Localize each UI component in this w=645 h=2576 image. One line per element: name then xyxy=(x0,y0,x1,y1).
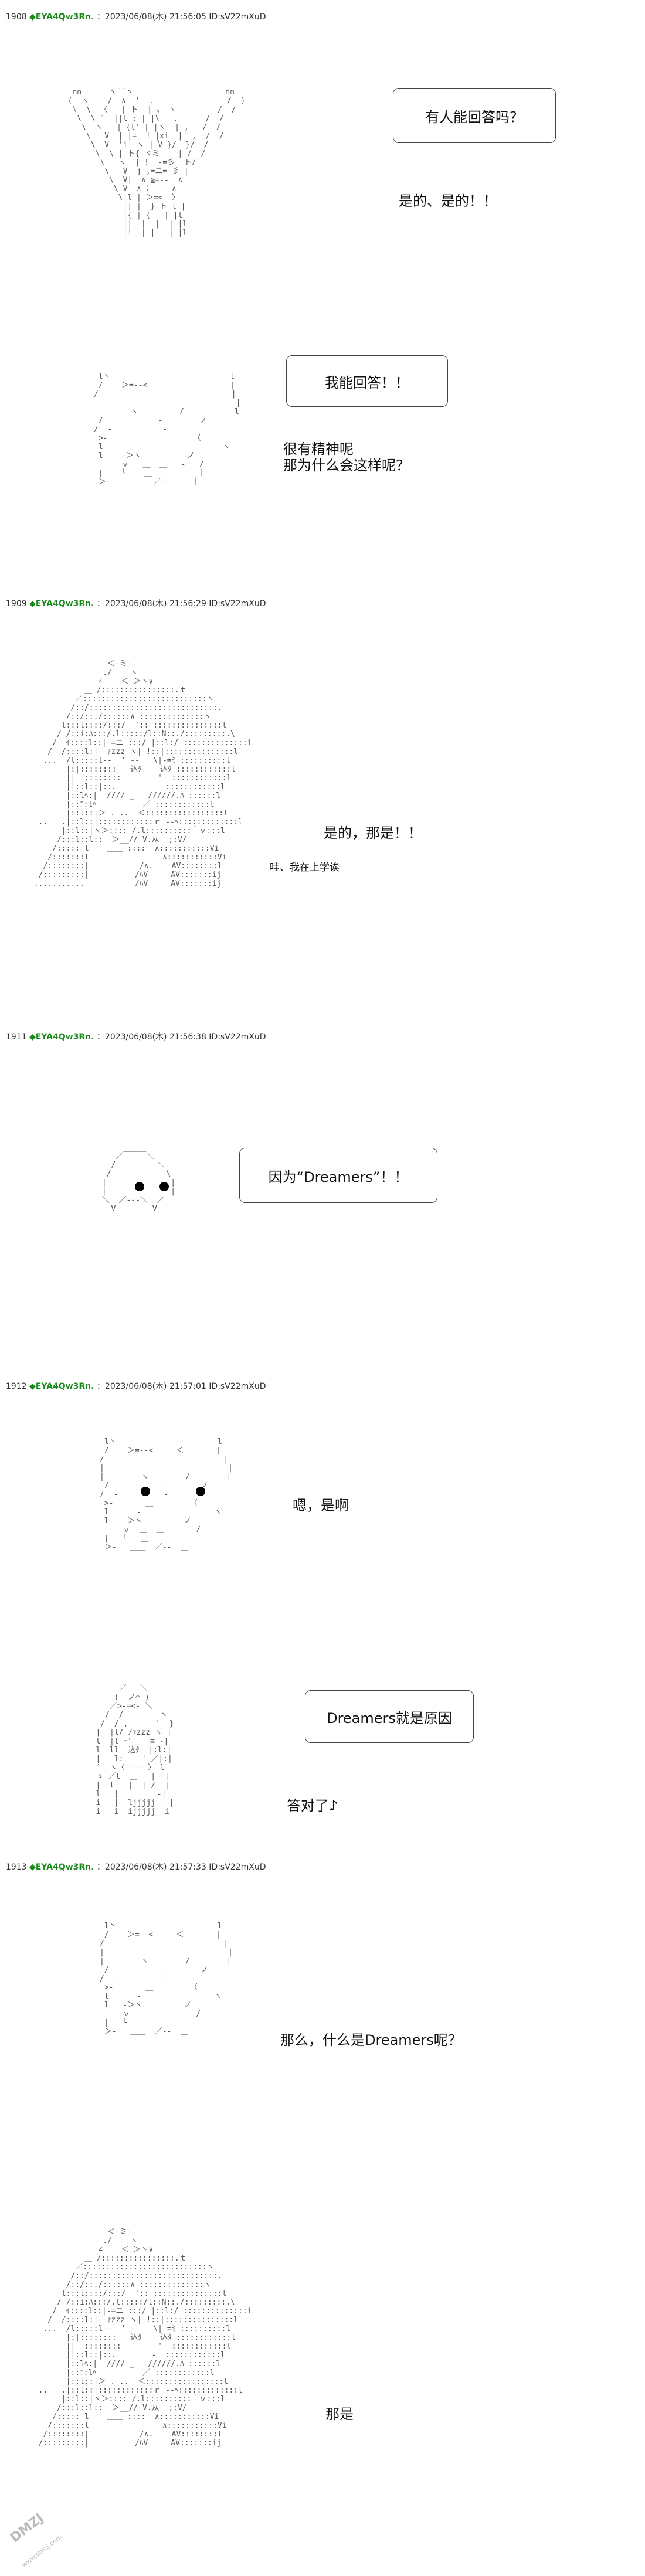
bubble-text: 因为“Dreamers”！！ xyxy=(268,1168,409,1185)
ascii-art-character: l丶 l / ＞=‐‐< ＜ | / | | | | ヽ / | / ‐ ノ /… xyxy=(100,1922,233,2036)
caption-text: 嗯，是啊 xyxy=(293,1497,349,1514)
eye-dot xyxy=(135,1182,144,1191)
post-number: 1909 xyxy=(6,599,27,609)
post-header: 1911 ◆EYA4Qw3Rn. ：2023/06/08(木) 21:56:38… xyxy=(6,1031,266,1042)
post-number: 1913 xyxy=(6,1863,27,1872)
speech-bubble: Dreamers就是原因 xyxy=(305,1690,474,1743)
site-watermark: DMZJ xyxy=(8,2510,47,2546)
post-header: 1908 ◆EYA4Qw3Rn. ：2023/06/08(木) 21:56:05… xyxy=(6,11,266,22)
post-meta: ：2023/06/08(木) 21:56:29 ID:sV22mXuD xyxy=(96,599,266,609)
ascii-art-character: ＿＿ ／ ＼ ( ノ⌒ ) ／>‐=<‐ ＼ / / ヽ / / , ' } |… xyxy=(96,1676,174,1816)
post-number: 1908 xyxy=(6,12,27,22)
caption-text: 那么，什么是Dreamers呢？ xyxy=(280,2032,462,2048)
post-meta: ：2023/06/08(木) 21:57:33 ID:sV22mXuD xyxy=(96,1863,266,1872)
ascii-art-character: ∩∩ ヽ¨¨ヽ ∩∩ ( ヽ / ∧ ' . / ) \ \ 〈 | ト | 、… xyxy=(67,88,246,237)
post-trip[interactable]: ◆EYA4Qw3Rn. xyxy=(29,12,94,22)
post-trip[interactable]: ◆EYA4Qw3Rn. xyxy=(29,599,94,609)
post-header: 1912 ◆EYA4Qw3Rn. ：2023/06/08(木) 21:57:01… xyxy=(6,1380,266,1392)
post-meta: ：2023/06/08(木) 21:56:38 ID:sV22mXuD xyxy=(96,1032,266,1042)
post-header: 1909 ◆EYA4Qw3Rn. ：2023/06/08(木) 21:56:29… xyxy=(6,597,266,609)
bubble-text: 我能回答！！ xyxy=(325,374,409,391)
ascii-art-character: l丶 l / ＞=‐‐< | / | | ヽ / l / ‐ ノ / ‐ ‐ >… xyxy=(94,372,241,487)
speech-bubble: 有人能回答吗？ xyxy=(393,88,556,143)
ascii-art-character: ＜‐ミ‐ ./ ヽ ∠ ＜ ＞丶∨ ＿ /::::::::::::::::.ｔ … xyxy=(33,660,252,888)
bubble-text: Dreamers就是原因 xyxy=(327,1710,452,1727)
eye-dot xyxy=(159,1182,169,1191)
post-meta: ：2023/06/08(木) 21:57:01 ID:sV22mXuD xyxy=(96,1382,266,1391)
post-number: 1911 xyxy=(6,1032,27,1042)
speech-bubble: 因为“Dreamers”！！ xyxy=(239,1148,437,1203)
eye-dot xyxy=(196,1487,205,1496)
bubble-text: 有人能回答吗？ xyxy=(425,108,524,125)
post-number: 1912 xyxy=(6,1382,27,1391)
ascii-art-character: ＜‐ミ‐ ./ ヽ ∠ ＜ ＞丶∨ ＿ /::::::::::::::::.ｔ … xyxy=(38,2228,252,2448)
post-meta: ：2023/06/08(木) 21:56:05 ID:sV22mXuD xyxy=(96,12,266,22)
post-header: 1913 ◆EYA4Qw3Rn. ：2023/06/08(木) 21:57:33… xyxy=(6,1861,266,1872)
caption-text: 哇、我在上学诶 xyxy=(270,862,340,874)
ascii-art-character: l丶 l / ＞=‐‐< ＜ | / | | | | ヽ / | / ‐ ノ /… xyxy=(100,1437,233,1552)
caption-text: 那为什么会这样呢？ xyxy=(283,457,410,474)
post-trip[interactable]: ◆EYA4Qw3Rn. xyxy=(29,1863,94,1872)
eye-dot xyxy=(141,1487,150,1496)
caption-text: 答对了♪ xyxy=(287,1797,338,1814)
caption-text: 是的，那是！！ xyxy=(324,825,422,841)
caption-text: 那是 xyxy=(325,2406,354,2422)
site-watermark-url: www.dmzj.com xyxy=(20,2533,64,2570)
speech-bubble: 我能回答！！ xyxy=(286,355,448,407)
caption-text: 是的、是的！！ xyxy=(399,193,497,209)
post-trip[interactable]: ◆EYA4Qw3Rn. xyxy=(29,1032,94,1042)
post-trip[interactable]: ◆EYA4Qw3Rn. xyxy=(29,1382,94,1391)
